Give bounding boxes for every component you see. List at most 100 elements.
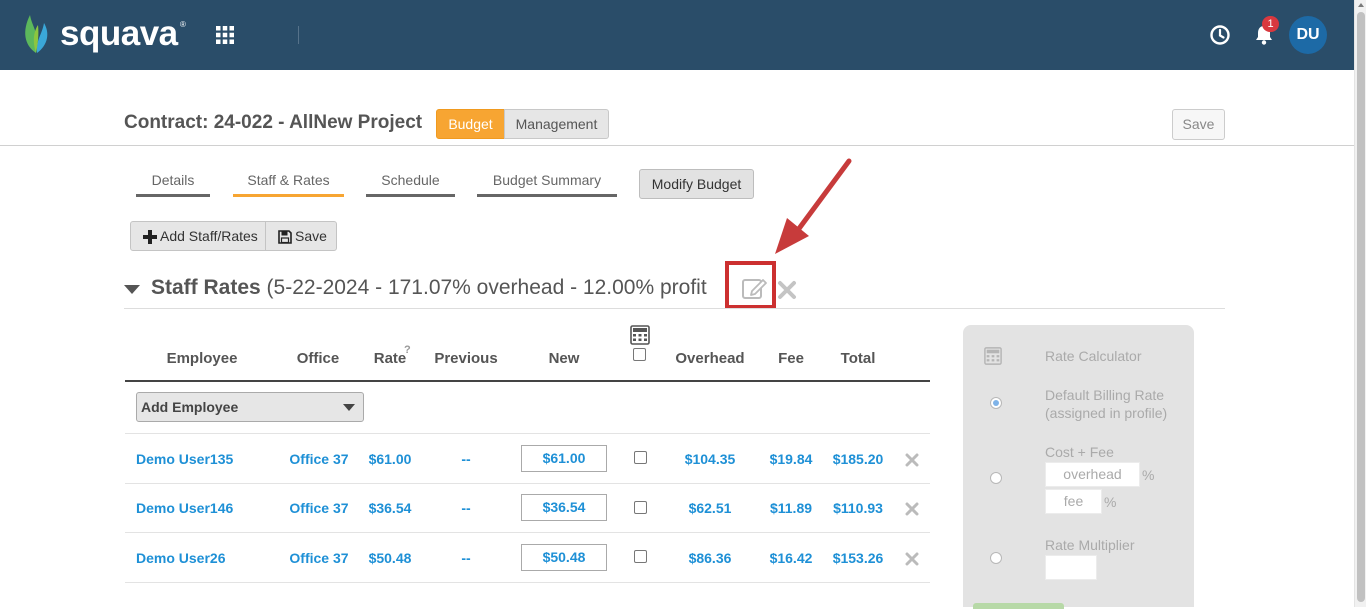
delete-x-icon[interactable] <box>777 280 797 300</box>
contract-title: Contract: 24-022 - AllNew Project <box>124 112 423 133</box>
floppy-disk-icon <box>278 230 292 244</box>
clock-icon[interactable] <box>1209 24 1231 46</box>
cost-plus-fee-label: Cost + Fee <box>1045 444 1114 460</box>
header-divider <box>0 145 1354 146</box>
section-divider <box>124 308 1225 309</box>
overhead-value: $104.35 <box>684 451 736 467</box>
chevron-down-icon <box>343 404 355 411</box>
remove-row-x-icon[interactable] <box>905 552 919 566</box>
total-value: $110.93 <box>833 500 883 516</box>
navbar-divider <box>298 26 299 44</box>
row-checkbox[interactable] <box>634 501 647 514</box>
fee-input[interactable]: fee <box>1045 489 1102 514</box>
scroll-up-arrow-icon[interactable] <box>1358 3 1364 7</box>
tab-budget-summary[interactable]: Budget Summary <box>477 172 617 197</box>
overhead-value: $86.36 <box>688 550 732 566</box>
calculator-apply-button[interactable] <box>973 603 1064 609</box>
row-divider <box>125 532 930 533</box>
add-employee-label: Add Employee <box>141 399 239 415</box>
office-link[interactable]: Office 37 <box>289 500 349 516</box>
column-header-overhead[interactable]: Overhead <box>668 350 752 367</box>
management-toggle-button[interactable]: Management <box>504 109 609 139</box>
previous-value: -- <box>461 500 471 516</box>
total-value: $185.20 <box>832 451 884 467</box>
new-rate-input[interactable]: $36.54 <box>521 494 607 521</box>
section-title-main: Staff Rates <box>151 276 261 299</box>
column-header-total[interactable]: Total <box>834 350 882 367</box>
default-billing-rate-radio[interactable] <box>990 397 1002 409</box>
default-billing-rate-sublabel: (assigned in profile) <box>1045 405 1168 421</box>
collapse-caret-icon[interactable] <box>124 285 140 294</box>
remove-row-x-icon[interactable] <box>905 453 919 467</box>
row-checkbox[interactable] <box>634 550 647 563</box>
remove-row-x-icon[interactable] <box>905 502 919 516</box>
total-value: $153.26 <box>832 550 884 566</box>
contract-save-button[interactable]: Save <box>1172 109 1225 140</box>
tab-details[interactable]: Details <box>136 172 210 197</box>
rate-multiplier-input[interactable] <box>1045 555 1097 580</box>
annotation-arrow-icon <box>775 158 852 254</box>
fee-value: $19.84 <box>769 451 813 467</box>
employee-link[interactable]: Demo User146 <box>136 500 233 516</box>
column-header-new[interactable]: New <box>540 350 588 367</box>
section-title-detail: (5-22-2024 - 171.07% overhead - 12.00% p… <box>266 276 707 299</box>
rate-value: $50.48 <box>368 550 412 566</box>
row-divider <box>125 483 930 484</box>
overhead-input[interactable]: overhead <box>1045 462 1140 487</box>
row-divider <box>125 433 930 434</box>
add-employee-dropdown[interactable]: Add Employee <box>136 392 364 422</box>
select-all-checkbox[interactable] <box>633 348 646 361</box>
notification-count-badge: 1 <box>1262 16 1279 32</box>
new-rate-input[interactable]: $50.48 <box>521 544 607 571</box>
previous-value: -- <box>461 550 471 566</box>
rate-calculator-title: Rate Calculator <box>1045 348 1142 364</box>
fee-value: $16.42 <box>769 550 813 566</box>
rate-multiplier-label: Rate Multiplier <box>1045 537 1135 553</box>
staff-save-label: Save <box>295 228 327 244</box>
previous-value: -- <box>461 451 471 467</box>
brand-registered-mark: ® <box>180 20 186 29</box>
plus-icon <box>143 230 157 244</box>
default-billing-rate-label: Default Billing Rate <box>1045 387 1165 403</box>
highlight-annotation-box <box>725 261 776 309</box>
app-grid-icon[interactable] <box>216 26 234 44</box>
section-title: Staff Rates (5-22-2024 - 171.07% overhea… <box>151 276 707 300</box>
fee-value: $11.89 <box>769 500 813 516</box>
fee-percent-sign: % <box>1104 494 1117 510</box>
overhead-percent-sign: % <box>1142 467 1155 483</box>
rate-multiplier-radio[interactable] <box>990 552 1002 564</box>
table-header-divider <box>125 380 930 382</box>
tab-staff-rates[interactable]: Staff & Rates <box>233 172 344 197</box>
add-staff-rates-button[interactable]: Add Staff/Rates <box>130 221 266 251</box>
staff-save-button[interactable]: Save <box>265 221 337 251</box>
scrollbar-thumb[interactable] <box>1357 12 1365 602</box>
cost-plus-fee-radio[interactable] <box>990 472 1002 484</box>
column-header-fee[interactable]: Fee <box>772 350 810 367</box>
add-staff-rates-label: Add Staff/Rates <box>160 228 258 244</box>
office-link[interactable]: Office 37 <box>289 451 349 467</box>
rate-value: $36.54 <box>368 500 412 516</box>
calculator-icon <box>984 347 1002 365</box>
user-avatar[interactable]: DU <box>1289 16 1327 54</box>
overhead-value: $62.51 <box>688 500 732 516</box>
rate-value: $61.00 <box>368 451 412 467</box>
column-header-previous[interactable]: Previous <box>428 350 504 367</box>
brand-name: squava <box>60 14 178 53</box>
calculator-icon[interactable] <box>630 325 650 345</box>
rate-calculator-panel: Rate Calculator Default Billing Rate (as… <box>963 325 1194 607</box>
employee-link[interactable]: Demo User135 <box>136 451 233 467</box>
new-rate-input[interactable]: $61.00 <box>521 445 607 472</box>
page-scrollbar[interactable] <box>1354 0 1366 607</box>
top-navbar: squava ® 1 DU <box>0 0 1354 70</box>
tab-schedule[interactable]: Schedule <box>366 172 455 197</box>
employee-link[interactable]: Demo User26 <box>136 550 226 566</box>
rate-help-icon[interactable]: ? <box>404 344 411 356</box>
squava-logo-icon[interactable] <box>22 11 52 55</box>
column-header-employee[interactable]: Employee <box>158 350 246 367</box>
modify-budget-button[interactable]: Modify Budget <box>639 169 754 199</box>
row-checkbox[interactable] <box>634 451 647 464</box>
budget-toggle-button[interactable]: Budget <box>436 109 505 139</box>
column-header-office[interactable]: Office <box>290 350 346 367</box>
office-link[interactable]: Office 37 <box>289 550 349 566</box>
row-divider <box>125 582 930 583</box>
